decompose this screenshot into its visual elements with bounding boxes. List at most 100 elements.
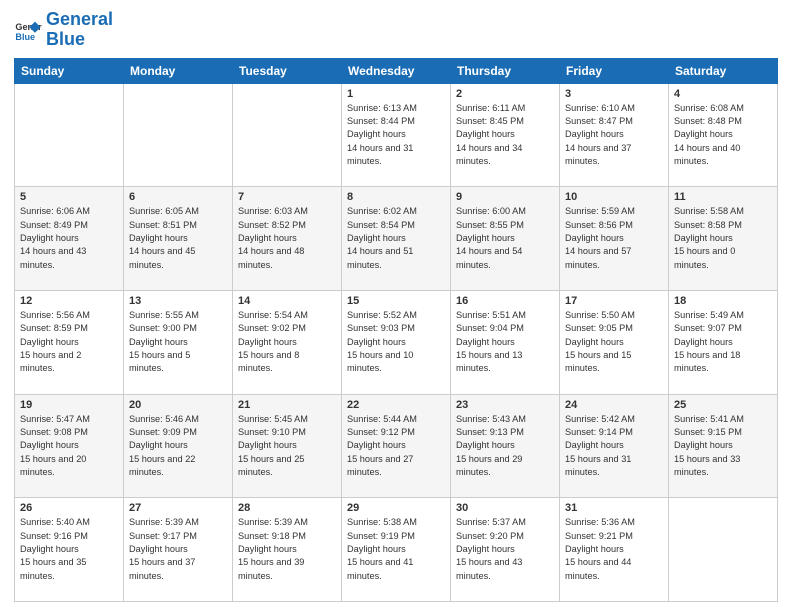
day-info: Sunrise: 5:50 AMSunset: 9:05 PMDaylight …	[565, 309, 663, 376]
day-cell: 30 Sunrise: 5:37 AMSunset: 9:20 PMDayligh…	[451, 498, 560, 602]
day-info: Sunrise: 5:49 AMSunset: 9:07 PMDaylight …	[674, 309, 772, 376]
day-info: Sunrise: 6:03 AMSunset: 8:52 PMDaylight …	[238, 205, 336, 272]
day-cell: 12 Sunrise: 5:56 AMSunset: 8:59 PMDayligh…	[15, 290, 124, 394]
day-info: Sunrise: 5:40 AMSunset: 9:16 PMDaylight …	[20, 516, 118, 583]
day-info: Sunrise: 5:36 AMSunset: 9:21 PMDaylight …	[565, 516, 663, 583]
day-info: Sunrise: 5:37 AMSunset: 9:20 PMDaylight …	[456, 516, 554, 583]
svg-text:Blue: Blue	[15, 32, 35, 42]
day-number: 31	[565, 502, 663, 514]
day-number: 11	[674, 191, 772, 203]
day-number: 4	[674, 88, 772, 100]
week-row-2: 5Sunrise: 6:06 AMSunset: 8:49 PMDaylight…	[15, 187, 778, 291]
day-cell: 20 Sunrise: 5:46 AMSunset: 9:09 PMDayligh…	[124, 394, 233, 498]
day-number: 20	[129, 399, 227, 411]
day-info: Sunrise: 5:55 AMSunset: 9:00 PMDaylight …	[129, 309, 227, 376]
day-info: Sunrise: 5:43 AMSunset: 9:13 PMDaylight …	[456, 413, 554, 480]
day-number: 1	[347, 88, 445, 100]
day-info: Sunrise: 5:47 AMSunset: 9:08 PMDaylight …	[20, 413, 118, 480]
weekday-header-row: SundayMondayTuesdayWednesdayThursdayFrid…	[15, 58, 778, 83]
day-cell: 27 Sunrise: 5:39 AMSunset: 9:17 PMDayligh…	[124, 498, 233, 602]
day-number: 8	[347, 191, 445, 203]
day-cell	[669, 498, 778, 602]
weekday-header-sunday: Sunday	[15, 58, 124, 83]
weekday-header-monday: Monday	[124, 58, 233, 83]
day-number: 19	[20, 399, 118, 411]
day-cell: 19 Sunrise: 5:47 AMSunset: 9:08 PMDayligh…	[15, 394, 124, 498]
day-info: Sunrise: 5:46 AMSunset: 9:09 PMDaylight …	[129, 413, 227, 480]
day-number: 22	[347, 399, 445, 411]
day-cell	[233, 83, 342, 187]
day-info: Sunrise: 5:56 AMSunset: 8:59 PMDaylight …	[20, 309, 118, 376]
day-cell: 3Sunrise: 6:10 AMSunset: 8:47 PMDaylight…	[560, 83, 669, 187]
day-cell: 16 Sunrise: 5:51 AMSunset: 9:04 PMDayligh…	[451, 290, 560, 394]
day-cell: 18 Sunrise: 5:49 AMSunset: 9:07 PMDayligh…	[669, 290, 778, 394]
day-cell: 22 Sunrise: 5:44 AMSunset: 9:12 PMDayligh…	[342, 394, 451, 498]
logo-icon: General Blue	[14, 16, 42, 44]
day-cell: 4 Sunrise: 6:08 AMSunset: 8:48 PMDaylight…	[669, 83, 778, 187]
day-cell: 10Sunrise: 5:59 AMSunset: 8:56 PMDayligh…	[560, 187, 669, 291]
day-cell: 6 Sunrise: 6:05 AMSunset: 8:51 PMDaylight…	[124, 187, 233, 291]
day-number: 21	[238, 399, 336, 411]
day-info: Sunrise: 6:05 AMSunset: 8:51 PMDaylight …	[129, 205, 227, 272]
day-cell: 31 Sunrise: 5:36 AMSunset: 9:21 PMDayligh…	[560, 498, 669, 602]
day-info: Sunrise: 5:39 AMSunset: 9:18 PMDaylight …	[238, 516, 336, 583]
day-cell: 24Sunrise: 5:42 AMSunset: 9:14 PMDayligh…	[560, 394, 669, 498]
day-number: 10	[565, 191, 663, 203]
day-info: Sunrise: 5:44 AMSunset: 9:12 PMDaylight …	[347, 413, 445, 480]
day-cell: 23 Sunrise: 5:43 AMSunset: 9:13 PMDayligh…	[451, 394, 560, 498]
day-cell: 26 Sunrise: 5:40 AMSunset: 9:16 PMDayligh…	[15, 498, 124, 602]
day-number: 7	[238, 191, 336, 203]
header: General Blue GeneralBlue	[14, 10, 778, 50]
day-info: Sunrise: 6:06 AMSunset: 8:49 PMDaylight …	[20, 205, 118, 272]
day-cell: 17Sunrise: 5:50 AMSunset: 9:05 PMDayligh…	[560, 290, 669, 394]
day-number: 29	[347, 502, 445, 514]
day-number: 16	[456, 295, 554, 307]
week-row-4: 19 Sunrise: 5:47 AMSunset: 9:08 PMDayligh…	[15, 394, 778, 498]
day-number: 25	[674, 399, 772, 411]
day-number: 28	[238, 502, 336, 514]
week-row-3: 12 Sunrise: 5:56 AMSunset: 8:59 PMDayligh…	[15, 290, 778, 394]
day-cell: 7 Sunrise: 6:03 AMSunset: 8:52 PMDaylight…	[233, 187, 342, 291]
day-info: Sunrise: 5:38 AMSunset: 9:19 PMDaylight …	[347, 516, 445, 583]
logo: General Blue GeneralBlue	[14, 10, 113, 50]
weekday-header-tuesday: Tuesday	[233, 58, 342, 83]
logo-text: GeneralBlue	[46, 10, 113, 50]
day-cell	[15, 83, 124, 187]
day-info: Sunrise: 6:00 AMSunset: 8:55 PMDaylight …	[456, 205, 554, 272]
day-info: Sunrise: 5:51 AMSunset: 9:04 PMDaylight …	[456, 309, 554, 376]
day-info: Sunrise: 6:02 AMSunset: 8:54 PMDaylight …	[347, 205, 445, 272]
weekday-header-wednesday: Wednesday	[342, 58, 451, 83]
day-number: 12	[20, 295, 118, 307]
page: General Blue GeneralBlue SundayMondayTue…	[0, 0, 792, 612]
day-info: Sunrise: 6:11 AMSunset: 8:45 PMDaylight …	[456, 102, 554, 169]
weekday-header-saturday: Saturday	[669, 58, 778, 83]
day-number: 26	[20, 502, 118, 514]
day-number: 6	[129, 191, 227, 203]
weekday-header-friday: Friday	[560, 58, 669, 83]
day-number: 9	[456, 191, 554, 203]
day-info: Sunrise: 5:42 AMSunset: 9:14 PMDaylight …	[565, 413, 663, 480]
day-number: 18	[674, 295, 772, 307]
day-cell: 14Sunrise: 5:54 AMSunset: 9:02 PMDayligh…	[233, 290, 342, 394]
day-number: 2	[456, 88, 554, 100]
day-cell: 25Sunrise: 5:41 AMSunset: 9:15 PMDayligh…	[669, 394, 778, 498]
day-number: 30	[456, 502, 554, 514]
day-info: Sunrise: 5:39 AMSunset: 9:17 PMDaylight …	[129, 516, 227, 583]
day-info: Sunrise: 5:58 AMSunset: 8:58 PMDaylight …	[674, 205, 772, 272]
day-info: Sunrise: 5:52 AMSunset: 9:03 PMDaylight …	[347, 309, 445, 376]
week-row-1: 1 Sunrise: 6:13 AMSunset: 8:44 PMDaylight…	[15, 83, 778, 187]
calendar-table: SundayMondayTuesdayWednesdayThursdayFrid…	[14, 58, 778, 602]
day-cell: 1 Sunrise: 6:13 AMSunset: 8:44 PMDaylight…	[342, 83, 451, 187]
day-number: 27	[129, 502, 227, 514]
day-number: 23	[456, 399, 554, 411]
day-cell: 28 Sunrise: 5:39 AMSunset: 9:18 PMDayligh…	[233, 498, 342, 602]
day-cell: 13Sunrise: 5:55 AMSunset: 9:00 PMDayligh…	[124, 290, 233, 394]
day-cell: 8 Sunrise: 6:02 AMSunset: 8:54 PMDaylight…	[342, 187, 451, 291]
day-number: 14	[238, 295, 336, 307]
weekday-header-thursday: Thursday	[451, 58, 560, 83]
day-cell: 2 Sunrise: 6:11 AMSunset: 8:45 PMDaylight…	[451, 83, 560, 187]
day-info: Sunrise: 6:08 AMSunset: 8:48 PMDaylight …	[674, 102, 772, 169]
day-cell: 9 Sunrise: 6:00 AMSunset: 8:55 PMDaylight…	[451, 187, 560, 291]
day-cell: 15Sunrise: 5:52 AMSunset: 9:03 PMDayligh…	[342, 290, 451, 394]
day-info: Sunrise: 6:13 AMSunset: 8:44 PMDaylight …	[347, 102, 445, 169]
